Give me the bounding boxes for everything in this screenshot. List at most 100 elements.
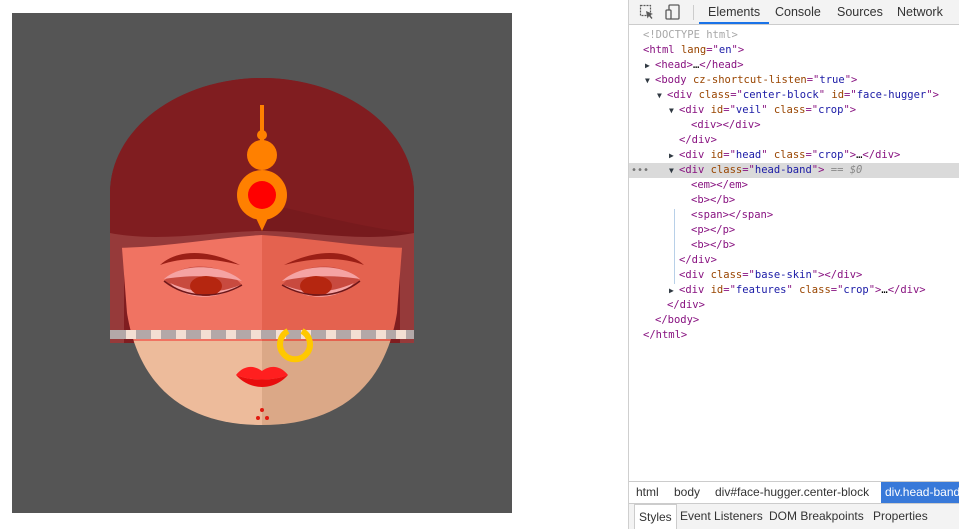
tab-elements[interactable]: Elements <box>699 0 770 24</box>
dom-token: <body <box>655 74 693 86</box>
tab-console[interactable]: Console <box>775 0 821 24</box>
breadcrumb-body[interactable]: body <box>674 482 700 503</box>
expand-triangle-icon[interactable]: ▶ <box>645 58 653 73</box>
dom-node[interactable]: <div></div> <box>629 118 959 133</box>
dom-node-text: <div id="head" class="crop">…</div> <box>679 148 900 163</box>
dom-tree: <!DOCTYPE html> <html lang="en"> ▶ <head… <box>629 26 959 481</box>
dom-token: </div> <box>862 149 901 161</box>
sidebar-tabbar: Styles Event Listeners DOM Breakpoints P… <box>629 503 959 529</box>
select-element-icon[interactable] <box>639 4 655 20</box>
face-hugger-stage <box>12 13 512 513</box>
dom-node[interactable]: <html lang="en"> <box>629 43 959 58</box>
dom-node[interactable]: ▶ <div id="features" class="crop">…</div… <box>629 283 959 298</box>
dom-node[interactable]: </div> <box>629 133 959 148</box>
dom-token: id <box>710 284 724 296</box>
collapse-triangle-icon[interactable]: ▼ <box>645 73 653 88</box>
tab-network[interactable]: Network <box>897 0 943 24</box>
dom-token: "> <box>731 44 745 56</box>
dom-node-text: <html lang="en"> <box>643 43 744 58</box>
dom-node[interactable]: ▼ <div id="veil" class="crop"> <box>629 103 959 118</box>
dom-token: head-band <box>754 164 812 176</box>
dom-node[interactable]: </html> <box>629 328 959 343</box>
dom-token: crop <box>818 149 844 161</box>
dom-token: "> <box>843 104 857 116</box>
dom-token: <head> <box>655 59 693 71</box>
dom-token: "> <box>811 164 825 176</box>
dom-token: <div <box>679 269 711 281</box>
dom-token: base-skin <box>754 269 812 281</box>
dom-token: face-hugger <box>856 89 927 101</box>
collapse-triangle-icon[interactable]: ▼ <box>669 163 677 178</box>
tab-sources[interactable]: Sources <box>837 0 883 24</box>
collapse-triangle-icon[interactable]: ▼ <box>669 103 677 118</box>
tab-event-listeners[interactable]: Event Listeners <box>680 504 763 529</box>
dom-token: </div> <box>679 134 717 146</box>
collapse-triangle-icon[interactable]: ▼ <box>657 88 665 103</box>
dom-node[interactable]: <p></p> <box>629 223 959 238</box>
dom-node-text: <head>…</head> <box>655 58 744 73</box>
dom-token: =" <box>723 284 736 296</box>
dom-node[interactable]: ▼ <div class="center-block" id="face-hug… <box>629 88 959 103</box>
dom-node-text: <div class="center-block" id="face-hugge… <box>667 88 939 103</box>
dom-node[interactable]: ▼ <body cz-shortcut-listen="true"> <box>629 73 959 88</box>
dom-node[interactable]: </body> <box>629 313 959 328</box>
dom-token: =" <box>723 104 736 116</box>
dom-node-text: </div> <box>679 253 717 268</box>
dom-node[interactable]: <div class="base-skin"></div> <box>629 268 959 283</box>
dom-node-text: </div> <box>667 298 705 313</box>
dom-token: =" <box>844 89 857 101</box>
dom-node[interactable]: <em></em> <box>629 178 959 193</box>
dom-token: =" <box>830 284 844 296</box>
dom-node[interactable]: </div> <box>629 253 959 268</box>
dom-token: <div <box>679 284 711 296</box>
dom-token: class <box>710 269 743 281</box>
dom-token: <div <box>667 89 699 101</box>
dom-token: <div <box>679 104 711 116</box>
bride-face-illustration <box>110 78 414 425</box>
tab-dom-breakpoints[interactable]: DOM Breakpoints <box>769 504 864 529</box>
dom-token: features <box>735 284 787 296</box>
breadcrumb-head-band[interactable]: div.head-band <box>881 482 959 503</box>
dom-token: <div></div> <box>691 119 761 131</box>
breadcrumb-face-hugger[interactable]: div#face-hugger.center-block <box>715 482 869 503</box>
dom-node[interactable]: ▶ <head>…</head> <box>629 58 959 73</box>
dom-node-text: <!DOCTYPE html> <box>643 28 738 43</box>
dom-token: "> <box>844 74 858 86</box>
dom-token: <span></span> <box>691 209 774 221</box>
dom-node-text: <span></span> <box>691 208 773 223</box>
dom-token: <!DOCTYPE html> <box>643 29 738 41</box>
dom-token: cz-shortcut-listen <box>692 74 807 86</box>
skin-lower-left <box>122 341 262 425</box>
devtools-tabbar: Elements Console Sources Network <box>629 0 959 25</box>
dom-token: id <box>831 89 845 101</box>
breadcrumb-html[interactable]: html <box>636 482 659 503</box>
dom-token: </body> <box>655 314 700 326</box>
tab-styles[interactable]: Styles <box>634 504 677 529</box>
expand-triangle-icon[interactable]: ▶ <box>669 148 677 163</box>
dom-node[interactable]: ▶ <div id="head" class="crop">…</div> <box>629 148 959 163</box>
dom-token: " <box>761 104 774 116</box>
dom-node[interactable]: <b></b> <box>629 193 959 208</box>
dom-token: "></div> <box>811 269 863 281</box>
dom-node[interactable]: <b></b> <box>629 238 959 253</box>
dom-node-selected[interactable]: ••• ▼ <div class="head-band"> == $0 <box>629 163 959 178</box>
more-options-icon[interactable]: ••• <box>631 163 649 178</box>
breadcrumb: html body div#face-hugger.center-block d… <box>629 481 959 503</box>
dom-token: " <box>761 149 774 161</box>
expand-triangle-icon[interactable]: ▶ <box>669 283 677 298</box>
dom-token: center-block <box>742 89 819 101</box>
dom-token: =" <box>742 269 755 281</box>
dom-node[interactable]: <!DOCTYPE html> <box>629 28 959 43</box>
device-toolbar-icon[interactable] <box>665 4 681 20</box>
dom-node-text: <em></em> <box>691 178 748 193</box>
dom-node-text: <div id="features" class="crop">…</div> <box>679 283 926 298</box>
dom-token: <b></b> <box>691 239 736 251</box>
dom-node-text: <div></div> <box>691 118 761 133</box>
dom-node[interactable]: <span></span> <box>629 208 959 223</box>
dom-token: </html> <box>643 329 688 341</box>
tab-properties[interactable]: Properties <box>873 504 928 529</box>
dom-token: =" <box>742 164 755 176</box>
dom-token: class <box>773 149 806 161</box>
dom-token: =" <box>805 149 819 161</box>
dom-node[interactable]: </div> <box>629 298 959 313</box>
